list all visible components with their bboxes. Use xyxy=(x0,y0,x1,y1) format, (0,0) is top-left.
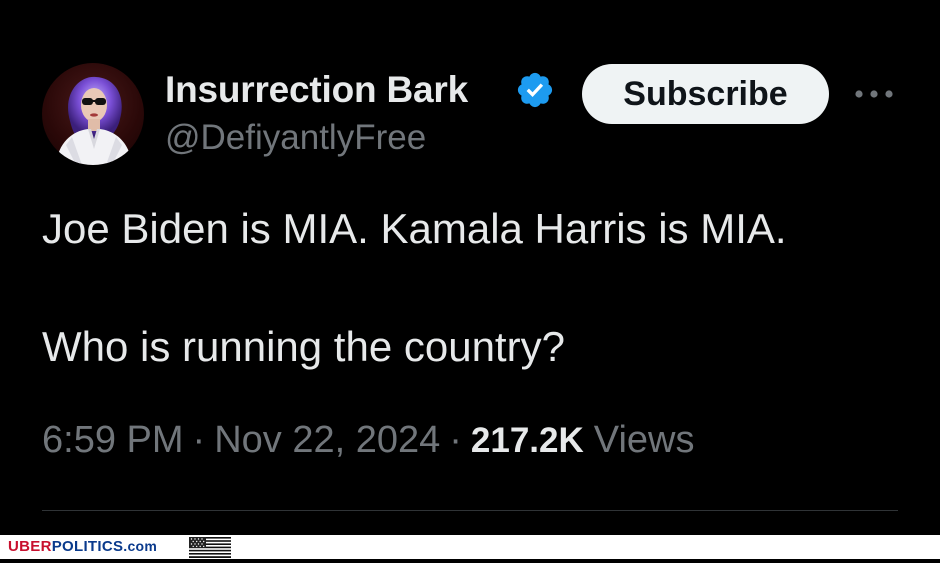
tweet-date[interactable]: Nov 22, 2024 xyxy=(214,419,440,462)
tweet-text: Joe Biden is MIA. Kamala Harris is MIA. … xyxy=(42,200,922,376)
divider xyxy=(42,510,898,511)
tweet-time[interactable]: 6:59 PM xyxy=(42,419,184,462)
tweet-text-line: Who is running the country? xyxy=(42,323,565,370)
watermark-part: UBER xyxy=(8,538,52,555)
watermark-part: .com xyxy=(123,538,158,554)
meta-separator: · xyxy=(449,419,462,461)
author-name-row[interactable]: Insurrection Bark xyxy=(165,66,555,114)
watermark-logo: UBERPOLITICS.com xyxy=(8,538,157,555)
tweet-card: Insurrection Bark @DefiyantlyFree Subscr… xyxy=(0,0,940,535)
views-count: 217.2K xyxy=(470,421,584,460)
tweet-text-line: Joe Biden is MIA. Kamala Harris is MIA. xyxy=(42,205,787,252)
display-name[interactable]: Insurrection Bark xyxy=(165,69,509,111)
tweet-meta: 6:59 PM · Nov 22, 2024 · 217.2K Views xyxy=(42,419,694,462)
meta-separator: · xyxy=(192,419,206,461)
verified-badge-icon[interactable] xyxy=(515,70,555,110)
watermark-bar: UBERPOLITICS.com xyxy=(0,535,940,559)
avatar-image xyxy=(56,76,132,165)
author-handle[interactable]: @DefiyantlyFree xyxy=(165,118,426,158)
us-flag-icon xyxy=(189,537,231,558)
views-label: Views xyxy=(593,419,695,461)
watermark-part: POLITICS xyxy=(51,538,124,555)
more-horizontal-icon[interactable] xyxy=(852,86,896,102)
subscribe-button[interactable]: Subscribe xyxy=(582,64,829,124)
avatar[interactable] xyxy=(42,63,144,165)
